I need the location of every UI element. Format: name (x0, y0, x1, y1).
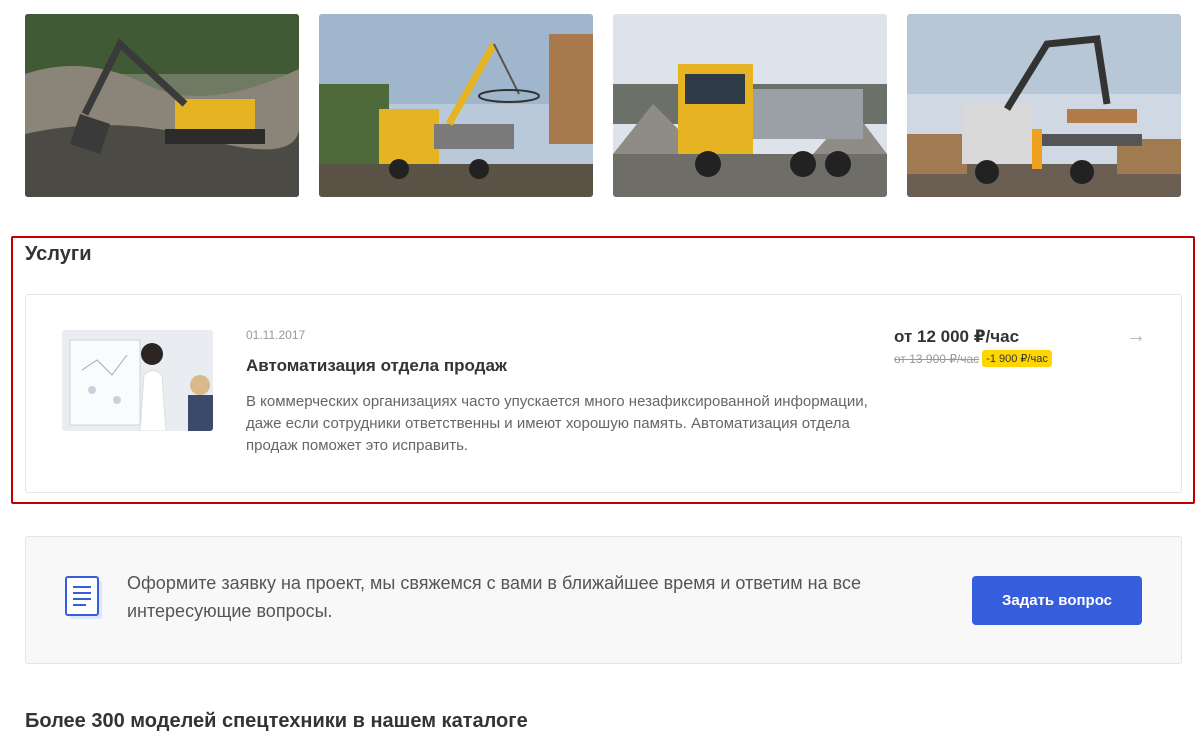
ask-question-button[interactable]: Задать вопрос (972, 576, 1142, 625)
crane-truck-photo[interactable] (319, 14, 593, 197)
arrow-right-icon[interactable]: → (1126, 325, 1146, 348)
dump-truck-photo[interactable] (613, 14, 887, 197)
excavator-photo[interactable] (25, 14, 299, 197)
document-icon (65, 576, 102, 619)
discount-badge: -1 900 ₽/час (982, 350, 1052, 367)
request-text: Оформите заявку на проект, мы свяжемся с… (127, 573, 862, 621)
service-title[interactable]: Автоматизация отдела продаж (246, 356, 507, 376)
catalog-heading: Более 300 моделей спецтехники в нашем ка… (25, 710, 528, 732)
machinery-gallery (25, 14, 1181, 197)
service-price: от 12 000 ₽/час (894, 327, 1020, 346)
service-description: В коммерческих организациях часто упуска… (246, 393, 868, 454)
service-card[interactable]: 01.11.2017 Автоматизация отдела продаж В… (25, 294, 1182, 493)
services-heading: Услуги (25, 243, 92, 265)
timber-truck-photo[interactable] (907, 14, 1181, 197)
price-details: от 13 900 ₽/час -1 900 ₽/час (894, 350, 1052, 367)
service-image[interactable] (62, 330, 213, 431)
old-price: от 13 900 ₽/час (894, 351, 980, 366)
service-date: 01.11.2017 (246, 328, 306, 342)
request-banner: Оформите заявку на проект, мы свяжемся с… (25, 536, 1182, 664)
